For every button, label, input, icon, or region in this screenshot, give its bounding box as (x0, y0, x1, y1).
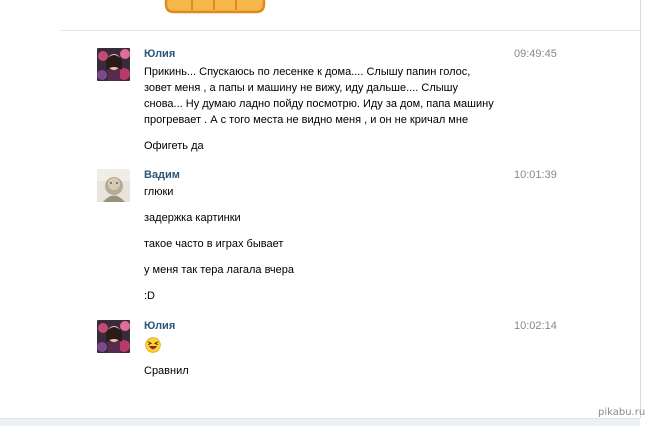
message-text: зовет меня , а папы и машину не вижу, ид… (144, 82, 458, 94)
user-avatar[interactable] (97, 48, 130, 81)
message-text: у меня так тера лагала вчера (144, 264, 294, 276)
julia-avatar-image (97, 48, 130, 81)
message-divider (60, 30, 640, 31)
message-text: такое часто в играх бывает (144, 238, 284, 250)
author-name[interactable]: Юлия (144, 48, 175, 60)
author-name[interactable]: Вадим (144, 169, 180, 181)
user-avatar[interactable] (97, 320, 130, 353)
message-text: Офигеть да (144, 140, 204, 152)
chat-history-panel[interactable]: Юлия 09:49:45 Прикинь... Спускаюсь по ле… (0, 0, 641, 418)
message-time[interactable]: 09:49:45 (514, 48, 557, 60)
message-time[interactable]: 10:02:14 (514, 320, 557, 332)
message-time[interactable]: 10:01:39 (514, 169, 557, 181)
message-text: прогревает . А с того места не видно мен… (144, 114, 469, 126)
message-text: снова... Ну думаю ладно пойду посмотрю. … (144, 98, 494, 110)
laughing-emoji-icon (145, 337, 161, 353)
message-text: :D (144, 290, 155, 302)
message-text: задержка картинки (144, 212, 241, 224)
vadim-avatar-image (97, 169, 130, 202)
message-text: глюки (144, 186, 174, 198)
sticker-image (160, 0, 268, 20)
watermark-text: pikabu.ru (598, 407, 646, 418)
author-name[interactable]: Юлия (144, 320, 175, 332)
message-text: Прикинь... Спускаюсь по лесенке к дома..… (144, 66, 471, 78)
message-text: Сравнил (144, 365, 189, 377)
julia-avatar-image (97, 320, 130, 353)
user-avatar[interactable] (97, 169, 130, 202)
